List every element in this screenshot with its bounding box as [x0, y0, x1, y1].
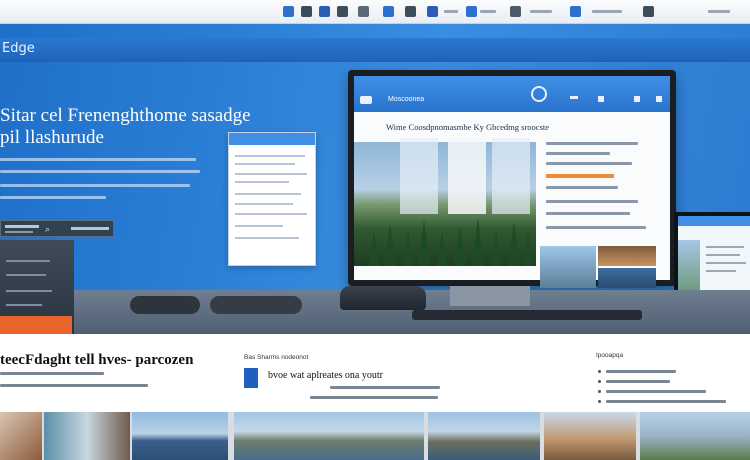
mouse-device [130, 296, 200, 314]
list-bullet [598, 380, 601, 383]
list-bullet [598, 390, 601, 393]
screen-article-text [0, 0, 670, 240]
speaker [340, 286, 426, 310]
speaker-device [210, 296, 302, 314]
photo-thumbnail[interactable] [640, 412, 750, 460]
news-title[interactable]: bvoe wat aplreates ona youtr [268, 370, 383, 381]
photo-thumbnail[interactable] [0, 412, 42, 460]
sidebar-heading: Ipooapqa [596, 352, 624, 359]
photo-thumbnail[interactable] [44, 412, 130, 460]
photo-thumbnail[interactable] [428, 412, 540, 460]
news-heading: Bas Sharms nodeonot [244, 354, 309, 361]
toolbar-label [708, 10, 730, 13]
document-icon [244, 368, 258, 388]
orange-accent-tab [0, 316, 72, 336]
keyboard [412, 310, 642, 320]
list-bullet [598, 370, 601, 373]
photo-thumbnail[interactable] [234, 412, 424, 460]
highlight-bar [546, 174, 614, 178]
section-heading: teecFdaght tell hves- parcozen [0, 352, 194, 368]
photo-thumbnail[interactable] [544, 412, 636, 460]
screen-thumbnail-grid[interactable] [540, 246, 658, 288]
list-bullet [598, 400, 601, 403]
photo-thumbnail[interactable] [132, 412, 228, 460]
monitor-stand-neck [450, 286, 530, 306]
